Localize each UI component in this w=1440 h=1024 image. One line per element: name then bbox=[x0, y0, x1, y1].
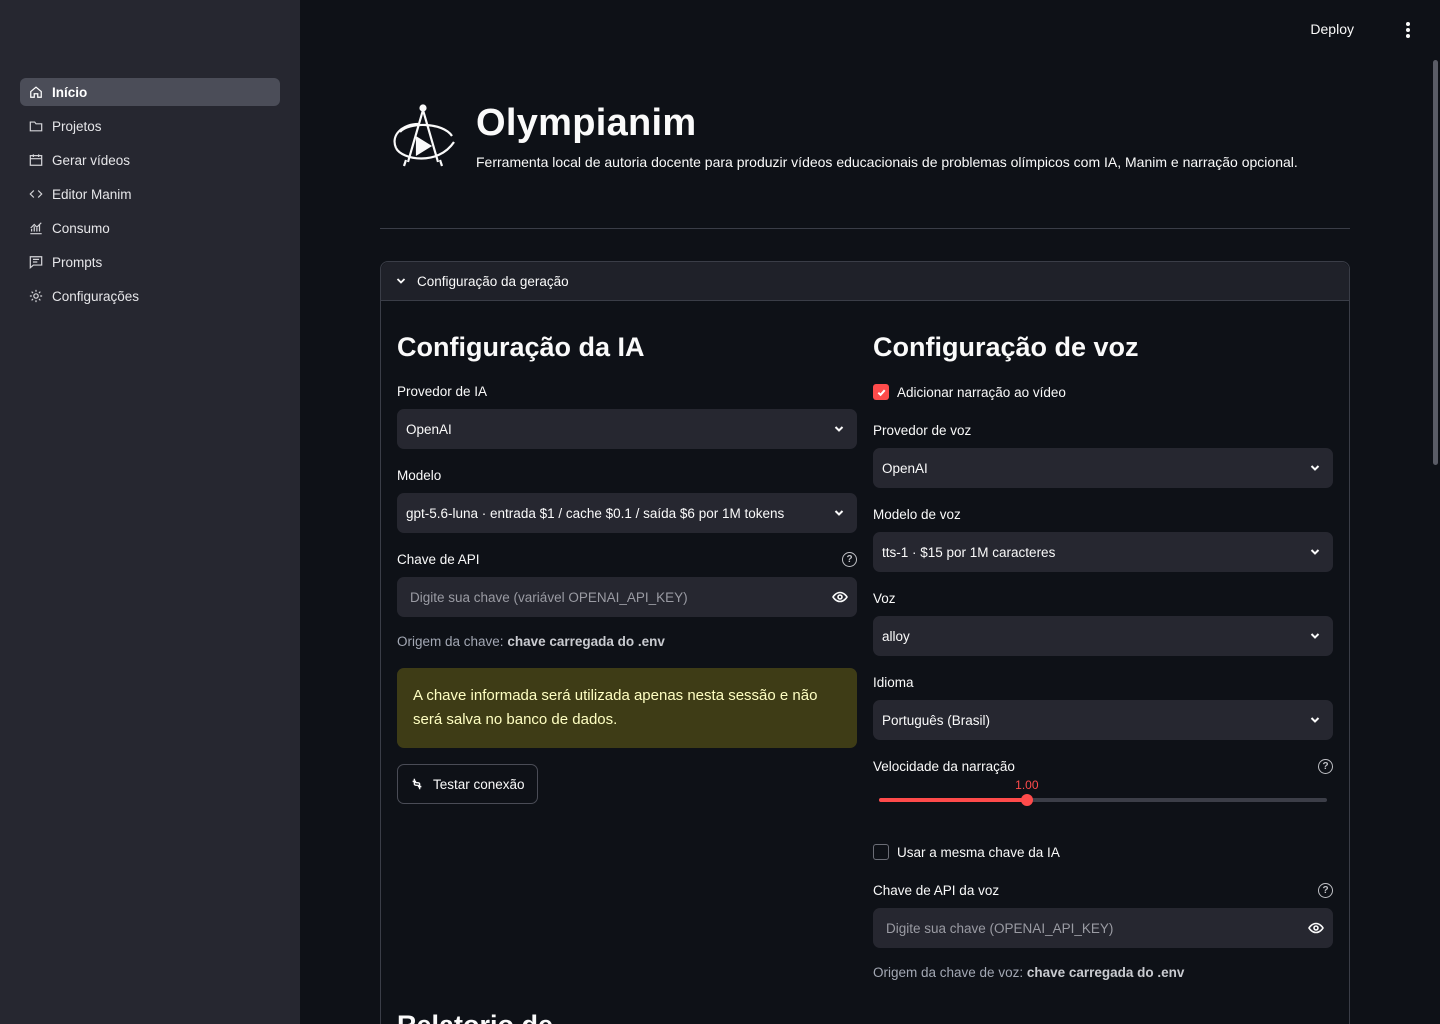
same-key-checkbox[interactable]: Usar a mesma chave da IA bbox=[873, 842, 1333, 862]
voice-provider-select[interactable]: OpenAI bbox=[873, 448, 1333, 488]
input-placeholder: Digite sua chave (OPENAI_API_KEY) bbox=[886, 920, 1114, 936]
chevron-down-icon bbox=[1310, 465, 1320, 471]
chevron-down-icon bbox=[396, 278, 406, 284]
ai-model-select[interactable]: gpt-5.6-luna · entrada $1 / cache $0.1 /… bbox=[397, 493, 857, 533]
calendar-icon bbox=[28, 152, 44, 168]
voice-model-select[interactable]: tts-1 · $15 por 1M caracteres bbox=[873, 532, 1333, 572]
voice-model-label: Modelo de voz bbox=[873, 506, 961, 522]
select-value: alloy bbox=[882, 628, 910, 644]
sidebar-item-label: Início bbox=[52, 84, 88, 100]
deploy-button[interactable]: Deploy bbox=[1310, 21, 1354, 37]
page-subtitle: Ferramenta local de autoria docente para… bbox=[476, 154, 1298, 170]
chevron-down-icon bbox=[834, 510, 844, 516]
sidebar: Início Projetos Gerar vídeos Editor Mani… bbox=[0, 0, 300, 1024]
add-narration-checkbox[interactable]: Adicionar narração ao vídeo bbox=[873, 382, 1333, 402]
voice-provider-label: Provedor de voz bbox=[873, 422, 972, 438]
help-icon[interactable]: ? bbox=[1318, 882, 1333, 898]
sidebar-item-gerar-videos[interactable]: Gerar vídeos bbox=[20, 146, 280, 174]
scrollbar[interactable] bbox=[1433, 60, 1438, 465]
generation-config-expander: Configuração da geração Configuração da … bbox=[380, 261, 1350, 1024]
ai-provider-select[interactable]: OpenAI bbox=[397, 409, 857, 449]
language-label: Idioma bbox=[873, 674, 914, 690]
folder-icon bbox=[28, 118, 44, 134]
voice-config-heading: Configuração de voz bbox=[873, 332, 1139, 362]
next-section-heading: Relatorio de bbox=[397, 1010, 553, 1024]
sidebar-item-inicio[interactable]: Início bbox=[20, 78, 280, 106]
chevron-down-icon bbox=[1310, 549, 1320, 555]
divider bbox=[380, 228, 1350, 229]
slider-thumb[interactable] bbox=[1020, 794, 1033, 806]
sidebar-item-editor-manim[interactable]: Editor Manim bbox=[20, 180, 280, 208]
home-icon bbox=[28, 84, 44, 100]
sidebar-item-configuracoes[interactable]: Configurações bbox=[20, 282, 280, 310]
slider-fill bbox=[879, 798, 1027, 802]
checkbox-label: Usar a mesma chave da IA bbox=[897, 844, 1060, 860]
narration-speed-label: Velocidade da narração ? bbox=[873, 757, 1333, 775]
sidebar-nav: Início Projetos Gerar vídeos Editor Mani… bbox=[20, 78, 280, 316]
page-title: Olympianim bbox=[476, 102, 697, 144]
select-value: Português (Brasil) bbox=[882, 712, 991, 728]
ai-key-origin: Origem da chave: chave carregada do .env bbox=[397, 634, 665, 649]
checkbox-checked-icon[interactable] bbox=[873, 384, 889, 400]
input-placeholder: Digite sua chave (variável OPENAI_API_KE… bbox=[410, 589, 688, 605]
sidebar-item-label: Editor Manim bbox=[52, 186, 132, 202]
sidebar-item-label: Prompts bbox=[52, 254, 103, 270]
logo-icon bbox=[388, 100, 458, 170]
ai-api-key-label: Chave de API ? bbox=[397, 550, 857, 568]
voice-api-key-label: Chave de API da voz ? bbox=[873, 881, 1333, 899]
chevron-down-icon bbox=[1310, 717, 1320, 723]
sidebar-item-prompts[interactable]: Prompts bbox=[20, 248, 280, 276]
code-icon bbox=[28, 186, 44, 202]
ai-provider-label: Provedor de IA bbox=[397, 383, 488, 399]
sidebar-item-consumo[interactable]: Consumo bbox=[20, 214, 280, 242]
select-value: OpenAI bbox=[882, 460, 928, 476]
voice-select[interactable]: alloy bbox=[873, 616, 1333, 656]
slider-value: 1.00 bbox=[1015, 778, 1039, 792]
ai-config-heading: Configuração da IA bbox=[397, 332, 645, 362]
ai-model-label: Modelo bbox=[397, 467, 442, 483]
narration-speed-slider[interactable]: 1.00 bbox=[873, 777, 1333, 827]
chart-icon bbox=[28, 220, 44, 236]
expander-header[interactable]: Configuração da geração bbox=[381, 262, 1349, 301]
more-vertical-icon[interactable] bbox=[1398, 20, 1418, 40]
session-key-warning: A chave informada será utilizada apenas … bbox=[397, 668, 857, 748]
select-value: OpenAI bbox=[406, 421, 452, 437]
voice-key-origin: Origem da chave de voz: chave carregada … bbox=[873, 965, 1185, 980]
gear-icon bbox=[28, 288, 44, 304]
sidebar-item-label: Configurações bbox=[52, 288, 140, 304]
help-icon[interactable]: ? bbox=[842, 551, 857, 567]
sidebar-item-projetos[interactable]: Projetos bbox=[20, 112, 280, 140]
sidebar-item-label: Consumo bbox=[52, 220, 110, 236]
button-label: Testar conexão bbox=[433, 776, 525, 792]
ai-api-key-input[interactable]: Digite sua chave (variável OPENAI_API_KE… bbox=[397, 577, 857, 617]
chevron-down-icon bbox=[1310, 633, 1320, 639]
help-icon[interactable]: ? bbox=[1318, 758, 1333, 774]
connection-icon bbox=[412, 778, 422, 790]
slider-track[interactable] bbox=[879, 794, 1327, 806]
voice-config-column: Configuração de voz Adicionar narração a… bbox=[873, 332, 1333, 999]
expander-label: Configuração da geração bbox=[417, 273, 569, 289]
select-value: gpt-5.6-luna · entrada $1 / cache $0.1 /… bbox=[406, 505, 785, 521]
chevron-down-icon bbox=[834, 426, 844, 432]
eye-icon[interactable] bbox=[832, 589, 848, 605]
voice-label: Voz bbox=[873, 590, 896, 606]
sidebar-item-label: Gerar vídeos bbox=[52, 152, 131, 168]
checkbox-label: Adicionar narração ao vídeo bbox=[897, 384, 1066, 400]
language-select[interactable]: Português (Brasil) bbox=[873, 700, 1333, 740]
select-value: tts-1 · $15 por 1M caracteres bbox=[882, 544, 1056, 560]
test-connection-button[interactable]: Testar conexão bbox=[397, 764, 538, 804]
sidebar-item-label: Projetos bbox=[52, 118, 102, 134]
message-icon bbox=[28, 254, 44, 270]
eye-icon[interactable] bbox=[1308, 920, 1324, 936]
checkbox-unchecked-icon[interactable] bbox=[873, 844, 889, 860]
voice-api-key-input[interactable]: Digite sua chave (OPENAI_API_KEY) bbox=[873, 908, 1333, 948]
ai-config-column: Configuração da IA Provedor de IA OpenAI… bbox=[397, 332, 857, 804]
